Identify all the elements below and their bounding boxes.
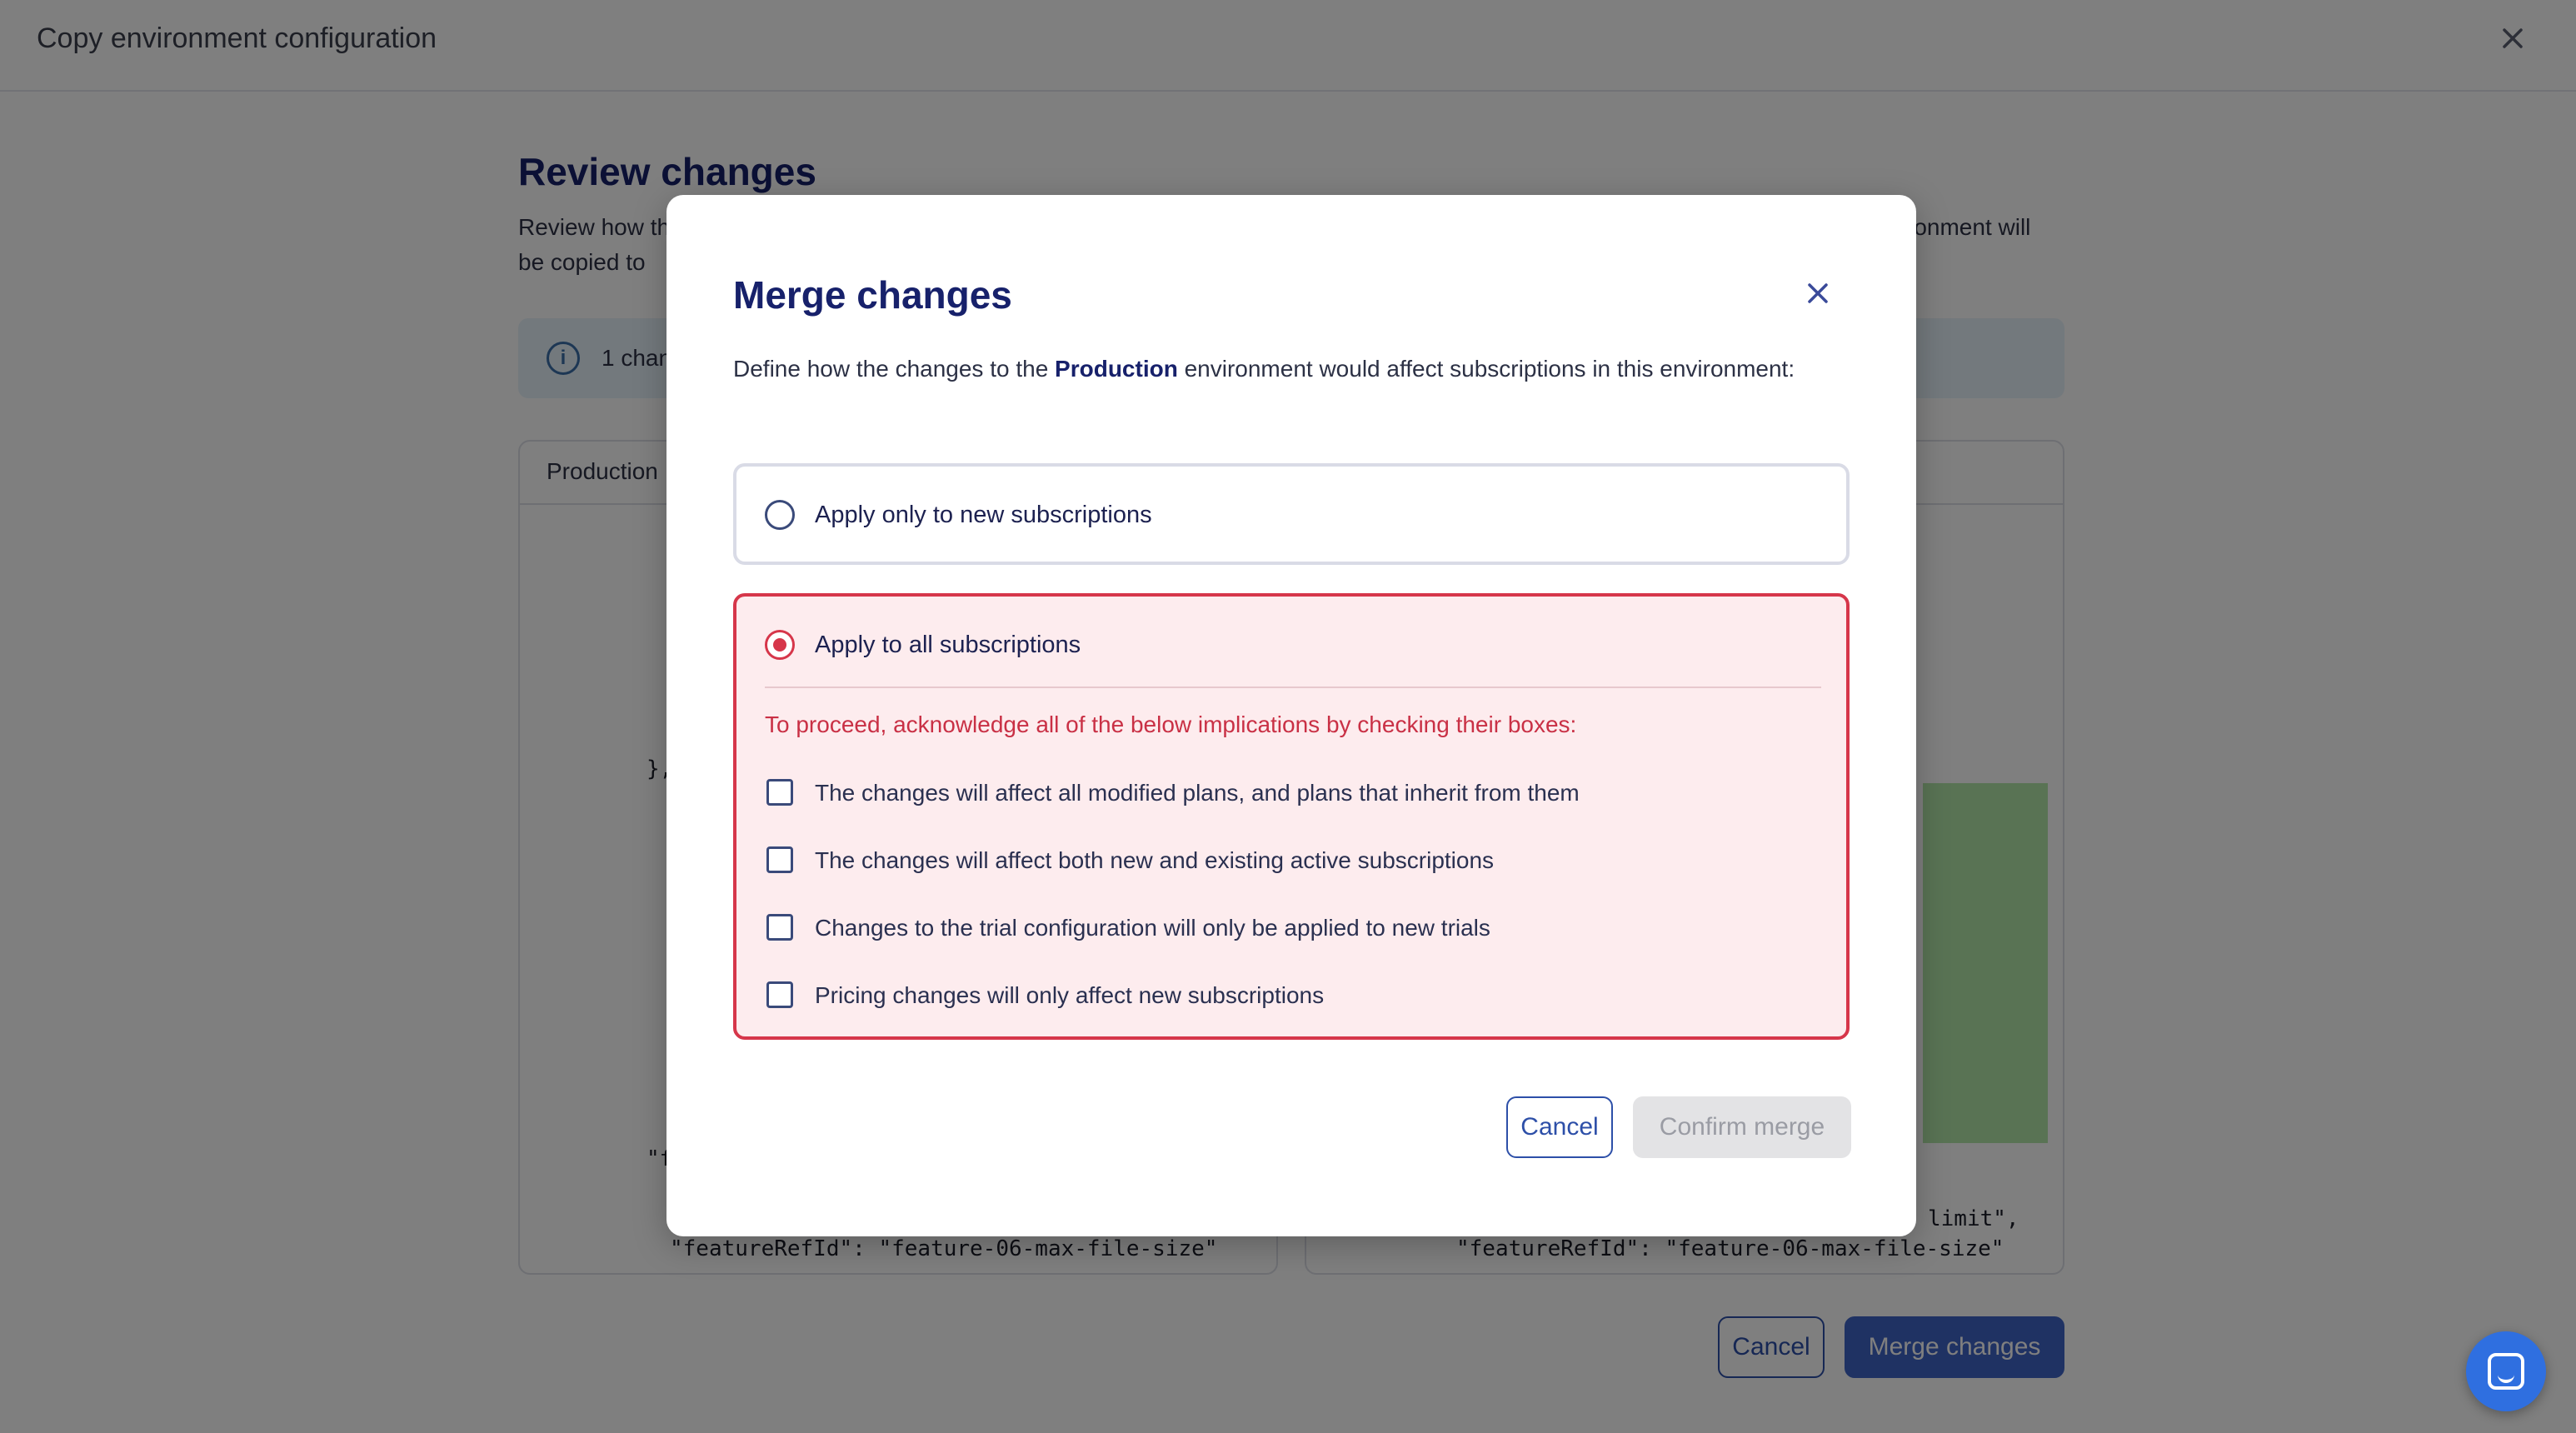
radio-new-subscriptions[interactable] — [765, 500, 795, 530]
option-new-subscriptions[interactable]: Apply only to new subscriptions — [733, 463, 1850, 565]
desc-prefix: Define how the changes to the — [733, 356, 1056, 382]
checkbox[interactable] — [766, 914, 793, 941]
close-icon[interactable] — [1800, 275, 1836, 312]
ack-checkbox-row[interactable]: The changes will affect both new and exi… — [765, 844, 1815, 877]
checkbox-label: The changes will affect all modified pla… — [815, 780, 1580, 806]
chat-launcher-button[interactable] — [2466, 1331, 2546, 1411]
dialog-description: Define how the changes to the Production… — [733, 352, 1800, 387]
radio-all-subscriptions[interactable] — [765, 630, 795, 660]
checkbox-label: Changes to the trial configuration will … — [815, 915, 1490, 941]
acknowledge-warning: To proceed, acknowledge all of the below… — [765, 712, 1577, 737]
checkbox-label: The changes will affect both new and exi… — [815, 847, 1495, 873]
desc-environment: Production — [1055, 356, 1178, 382]
confirm-merge-button[interactable]: Confirm merge — [1633, 1096, 1851, 1158]
ack-checkbox-row[interactable]: Pricing changes will only affect new sub… — [765, 979, 1815, 1012]
checkbox-label: Pricing changes will only affect new sub… — [815, 982, 1325, 1008]
ack-checkbox-row[interactable]: The changes will affect all modified pla… — [765, 776, 1815, 810]
merge-changes-dialog: Merge changes Define how the changes to … — [666, 195, 1916, 1236]
option-all-subscriptions[interactable]: Apply to all subscriptions To proceed, a… — [733, 593, 1850, 1040]
checkbox[interactable] — [766, 846, 793, 873]
option-all-label: Apply to all subscriptions — [815, 632, 1081, 658]
dialog-title: Merge changes — [733, 273, 1012, 317]
divider — [765, 687, 1821, 688]
checkbox[interactable] — [766, 981, 793, 1008]
checkbox[interactable] — [766, 779, 793, 806]
dialog-cancel-button[interactable]: Cancel — [1506, 1096, 1613, 1158]
chat-icon — [2488, 1353, 2524, 1390]
option-new-label: Apply only to new subscriptions — [815, 502, 1152, 528]
ack-checkbox-row[interactable]: Changes to the trial configuration will … — [765, 911, 1815, 945]
desc-suffix: environment would affect subscriptions i… — [1177, 356, 1795, 382]
